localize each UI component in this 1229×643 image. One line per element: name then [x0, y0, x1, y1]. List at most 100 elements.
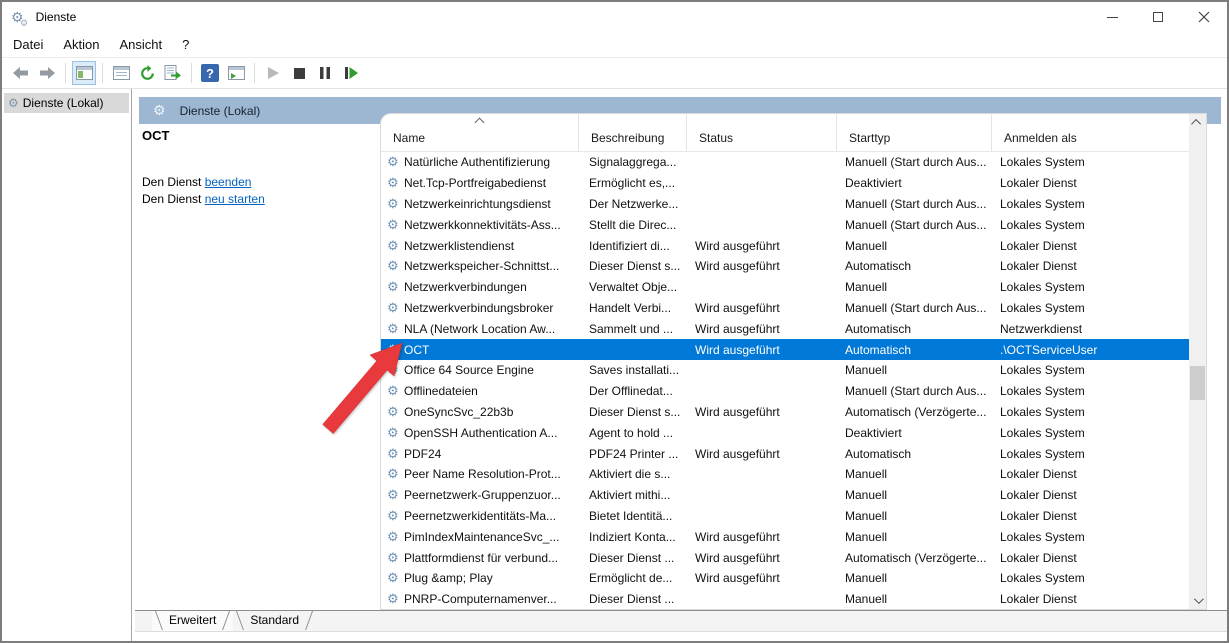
pause-service-button[interactable] [313, 61, 337, 85]
table-row[interactable]: ⚙Netzwerkspeicher-Schnittst... Dieser Di… [381, 256, 1189, 277]
cell-starttyp: Automatisch (Verzögerte... [837, 405, 992, 419]
show-console-tree-button[interactable] [72, 61, 96, 85]
cell-name: Plug &amp; Play [404, 571, 493, 585]
table-row[interactable]: ⚙Plug &amp; Play Ermöglicht de... Wird a… [381, 568, 1189, 589]
table-row[interactable]: ⚙OneSyncSvc_22b3b Dieser Dienst s... Wir… [381, 402, 1189, 423]
table-row[interactable]: ⚙PimIndexMaintenanceSvc_... Indiziert Ko… [381, 526, 1189, 547]
scroll-down-button[interactable] [1189, 592, 1206, 609]
help-button[interactable]: ? [198, 61, 222, 85]
cell-name: Peer Name Resolution-Prot... [404, 467, 561, 481]
back-button[interactable] [9, 61, 33, 85]
stop-service-icon [294, 68, 305, 79]
table-row[interactable]: ⚙OCT Wird ausgeführt Automatisch .\OCTSe… [381, 339, 1189, 360]
stop-prefix: Den Dienst [142, 175, 205, 189]
column-header-starttyp[interactable]: Starttyp [837, 114, 992, 151]
cell-beschreibung: Der Offlinedat... [579, 384, 687, 398]
cell-starttyp: Deaktiviert [837, 176, 992, 190]
table-row[interactable]: ⚙Netzwerklistendienst Identifiziert di..… [381, 235, 1189, 256]
table-row[interactable]: ⚙Peernetzwerkidentitäts-Ma... Bietet Ide… [381, 506, 1189, 527]
table-row[interactable]: ⚙OpenSSH Authentication A... Agent to ho… [381, 422, 1189, 443]
cell-starttyp: Manuell (Start durch Aus... [837, 301, 992, 315]
cell-name: Peernetzwerk-Gruppenzuor... [404, 488, 561, 502]
cell-beschreibung: Handelt Verbi... [579, 301, 687, 315]
services-gear-icon: ⚙ [8, 96, 19, 110]
service-gear-icon: ⚙ [387, 591, 404, 607]
cell-anmelden-als: .\OCTServiceUser [992, 343, 1189, 357]
table-row[interactable]: ⚙Netzwerkverbindungen Verwaltet Obje... … [381, 277, 1189, 298]
menu-aktion[interactable]: Aktion [54, 34, 108, 55]
maximize-button[interactable] [1135, 2, 1181, 32]
cell-name: Netzwerkverbindungsbroker [404, 301, 553, 315]
cell-name: Plattformdienst für verbund... [404, 551, 558, 565]
service-gear-icon: ⚙ [387, 487, 404, 503]
scroll-up-button[interactable] [1189, 114, 1206, 131]
start-service-button[interactable] [261, 61, 285, 85]
minimize-button[interactable] [1089, 2, 1135, 32]
show-action-pane-button[interactable] [224, 61, 248, 85]
restart-service-link[interactable]: neu starten [205, 192, 265, 206]
toolbar-separator [102, 63, 103, 83]
properties-button[interactable] [109, 61, 133, 85]
stop-service-link[interactable]: beenden [205, 175, 252, 189]
cell-beschreibung: Dieser Dienst s... [579, 259, 687, 273]
scrollbar-thumb[interactable] [1190, 366, 1205, 400]
table-row[interactable]: ⚙Peernetzwerk-Gruppenzuor... Aktiviert m… [381, 485, 1189, 506]
table-row[interactable]: ⚙NLA (Network Location Aw... Sammelt und… [381, 318, 1189, 339]
table-row[interactable]: ⚙Plattformdienst für verbund... Dieser D… [381, 547, 1189, 568]
cell-starttyp: Manuell (Start durch Aus... [837, 197, 992, 211]
table-row[interactable]: ⚙Netzwerkverbindungsbroker Handelt Verbi… [381, 298, 1189, 319]
tab-erweitert[interactable]: Erweitert [152, 611, 233, 631]
column-header-beschreibung[interactable]: Beschreibung [579, 114, 687, 151]
table-row[interactable]: ⚙PNRP-Computernamenver... Dieser Dienst … [381, 589, 1189, 610]
back-arrow-icon [13, 67, 29, 79]
cell-name: Netzwerkkonnektivitäts-Ass... [404, 218, 561, 232]
menu-ansicht[interactable]: Ansicht [111, 34, 172, 55]
sort-ascending-icon [476, 117, 484, 125]
close-button[interactable] [1181, 2, 1227, 32]
restart-service-line: Den Dienst neu starten [142, 191, 372, 208]
table-row[interactable]: ⚙Peer Name Resolution-Prot... Aktiviert … [381, 464, 1189, 485]
tree-item-dienste-lokal[interactable]: ⚙ Dienste (Lokal) [4, 93, 129, 113]
cell-starttyp: Automatisch [837, 322, 992, 336]
menu-datei[interactable]: Datei [4, 34, 52, 55]
table-row[interactable]: ⚙Netzwerkeinrichtungsdienst Der Netzwerk… [381, 194, 1189, 215]
column-header-status[interactable]: Status [687, 114, 837, 151]
table-row[interactable]: ⚙Offlinedateien Der Offlinedat... Manuel… [381, 381, 1189, 402]
restart-service-button[interactable] [339, 61, 363, 85]
cell-starttyp: Manuell [837, 592, 992, 606]
menu-bar: Datei Aktion Ansicht ? [2, 32, 1227, 58]
cell-beschreibung: Ermöglicht de... [579, 571, 687, 585]
service-gear-icon: ⚙ [387, 362, 404, 378]
column-header-anmelden-als[interactable]: Anmelden als [992, 114, 1189, 151]
menu-help[interactable]: ? [173, 34, 198, 55]
column-header-name[interactable]: Name [381, 114, 579, 151]
table-row[interactable]: ⚙Net.Tcp-Portfreigabedienst Ermöglicht e… [381, 173, 1189, 194]
stop-service-button[interactable] [287, 61, 311, 85]
table-row[interactable]: ⚙PDF24 PDF24 Printer ... Wird ausgeführt… [381, 443, 1189, 464]
cell-name: OCT [404, 343, 429, 357]
service-gear-icon: ⚙ [387, 238, 404, 254]
panel-header-label: Dienste (Lokal) [180, 104, 261, 118]
table-row[interactable]: ⚙Office 64 Source Engine Saves installat… [381, 360, 1189, 381]
pause-service-icon [320, 67, 330, 79]
cell-name: Net.Tcp-Portfreigabedienst [404, 176, 546, 190]
console-tree-pane: ⚙ Dienste (Lokal) [2, 89, 132, 641]
cell-anmelden-als: Lokaler Dienst [992, 176, 1189, 190]
cell-starttyp: Manuell [837, 509, 992, 523]
cell-starttyp: Manuell (Start durch Aus... [837, 218, 992, 232]
extended-info-pane: OCT Den Dienst beenden Den Dienst neu st… [142, 128, 372, 208]
table-row[interactable]: ⚙Netzwerkkonnektivitäts-Ass... Stellt di… [381, 214, 1189, 235]
tab-standard[interactable]: Standard [233, 611, 316, 631]
refresh-button[interactable] [135, 61, 159, 85]
table-row[interactable]: ⚙Natürliche Authentifizierung Signalaggr… [381, 152, 1189, 173]
cell-status: Wird ausgeführt [687, 405, 837, 419]
export-list-button[interactable] [161, 61, 185, 85]
forward-button[interactable] [35, 61, 59, 85]
cell-anmelden-als: Lokales System [992, 197, 1189, 211]
vertical-scrollbar[interactable] [1189, 114, 1206, 609]
restart-service-icon [345, 67, 358, 79]
service-gear-icon: ⚙ [387, 279, 404, 295]
cell-status: Wird ausgeführt [687, 301, 837, 315]
cell-anmelden-als: Lokales System [992, 447, 1189, 461]
cell-anmelden-als: Lokales System [992, 155, 1189, 169]
